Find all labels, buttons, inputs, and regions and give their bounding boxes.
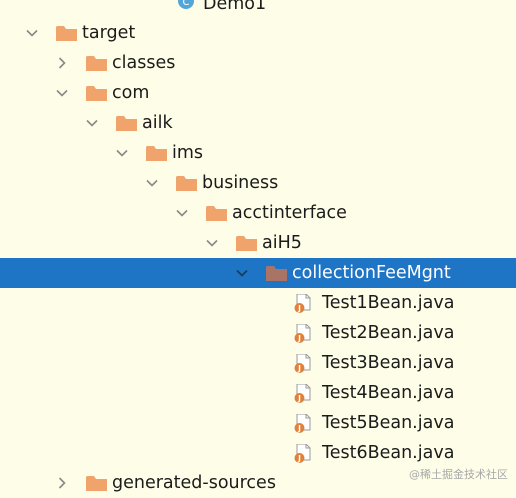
chevron-down-icon[interactable]: [174, 198, 190, 228]
svg-text:C: C: [183, 0, 190, 8]
tree-item-java-file[interactable]: J Test1Bean.java: [0, 288, 516, 318]
tree-item-label: Test1Bean.java: [322, 293, 455, 313]
tree-item-java-file[interactable]: J Test4Bean.java: [0, 378, 516, 408]
tree-item-label: classes: [112, 53, 176, 73]
watermark: @稀土掘金技术社区: [409, 468, 508, 481]
java-file-icon: J: [294, 383, 312, 404]
folder-icon: [236, 235, 257, 252]
svg-text:J: J: [297, 454, 301, 463]
tree-item-java-file[interactable]: J Test6Bean.java: [0, 438, 516, 468]
tree-item-ims[interactable]: ims: [0, 138, 516, 168]
tree-item-label: Test3Bean.java: [322, 353, 455, 373]
chevron-right-icon[interactable]: [54, 48, 70, 78]
folder-icon: [146, 145, 167, 162]
chevron-down-icon[interactable]: [144, 168, 160, 198]
tree-item-label: generated-sources: [112, 473, 276, 493]
tree-item-business[interactable]: business: [0, 168, 516, 198]
folder-icon: [206, 205, 227, 222]
java-file-icon: J: [294, 443, 312, 464]
tree-item-label: acctinterface: [232, 203, 347, 223]
chevron-down-icon[interactable]: [204, 228, 220, 258]
tree-item-java-file[interactable]: J Test2Bean.java: [0, 318, 516, 348]
project-tree: C Demo1 target classes com ailk ims busi…: [0, 0, 516, 493]
tree-item-label: Test4Bean.java: [322, 383, 455, 403]
tree-item-label: Test6Bean.java: [322, 443, 455, 463]
java-file-icon: J: [294, 323, 312, 344]
tree-item-aih5[interactable]: aiH5: [0, 228, 516, 258]
tree-item-com[interactable]: com: [0, 78, 516, 108]
folder-icon: [86, 475, 107, 492]
folder-icon: [56, 25, 77, 42]
class-icon: C: [177, 0, 195, 10]
chevron-down-icon[interactable]: [24, 18, 40, 48]
folder-icon: [116, 115, 137, 132]
tree-item-label: Demo1: [203, 0, 267, 14]
tree-item-target[interactable]: target: [0, 18, 516, 48]
chevron-down-icon[interactable]: [114, 138, 130, 168]
tree-item-label: ims: [172, 143, 204, 163]
svg-text:J: J: [297, 364, 301, 373]
tree-item-java-file[interactable]: J Test3Bean.java: [0, 348, 516, 378]
tree-item-label: target: [82, 23, 136, 43]
chevron-down-icon[interactable]: [84, 108, 100, 138]
chevron-right-icon[interactable]: [54, 468, 70, 498]
tree-item-label: com: [112, 83, 150, 103]
tree-item-label: aiH5: [262, 233, 302, 253]
folder-icon: [86, 55, 107, 72]
folder-icon: [266, 265, 287, 282]
tree-item-ailk[interactable]: ailk: [0, 108, 516, 138]
tree-item-collectionfeemgnt[interactable]: collectionFeeMgnt: [0, 258, 516, 288]
folder-icon: [176, 175, 197, 192]
tree-item-demo1[interactable]: C Demo1: [0, 0, 516, 18]
svg-text:J: J: [297, 424, 301, 433]
tree-item-java-file[interactable]: J Test5Bean.java: [0, 408, 516, 438]
tree-item-label: ailk: [142, 113, 173, 133]
tree-item-label: Test2Bean.java: [322, 323, 455, 343]
svg-text:J: J: [297, 304, 301, 313]
folder-icon: [86, 85, 107, 102]
tree-item-acctinterface[interactable]: acctinterface: [0, 198, 516, 228]
tree-item-label: collectionFeeMgnt: [292, 263, 451, 283]
tree-item-label: business: [202, 173, 279, 193]
java-file-icon: J: [294, 353, 312, 374]
svg-text:J: J: [297, 394, 301, 403]
java-file-icon: J: [294, 293, 312, 314]
tree-item-label: Test5Bean.java: [322, 413, 455, 433]
java-file-icon: J: [294, 413, 312, 434]
chevron-down-icon[interactable]: [54, 78, 70, 108]
chevron-down-icon[interactable]: [234, 258, 250, 288]
tree-item-classes[interactable]: classes: [0, 48, 516, 78]
svg-text:J: J: [297, 334, 301, 343]
